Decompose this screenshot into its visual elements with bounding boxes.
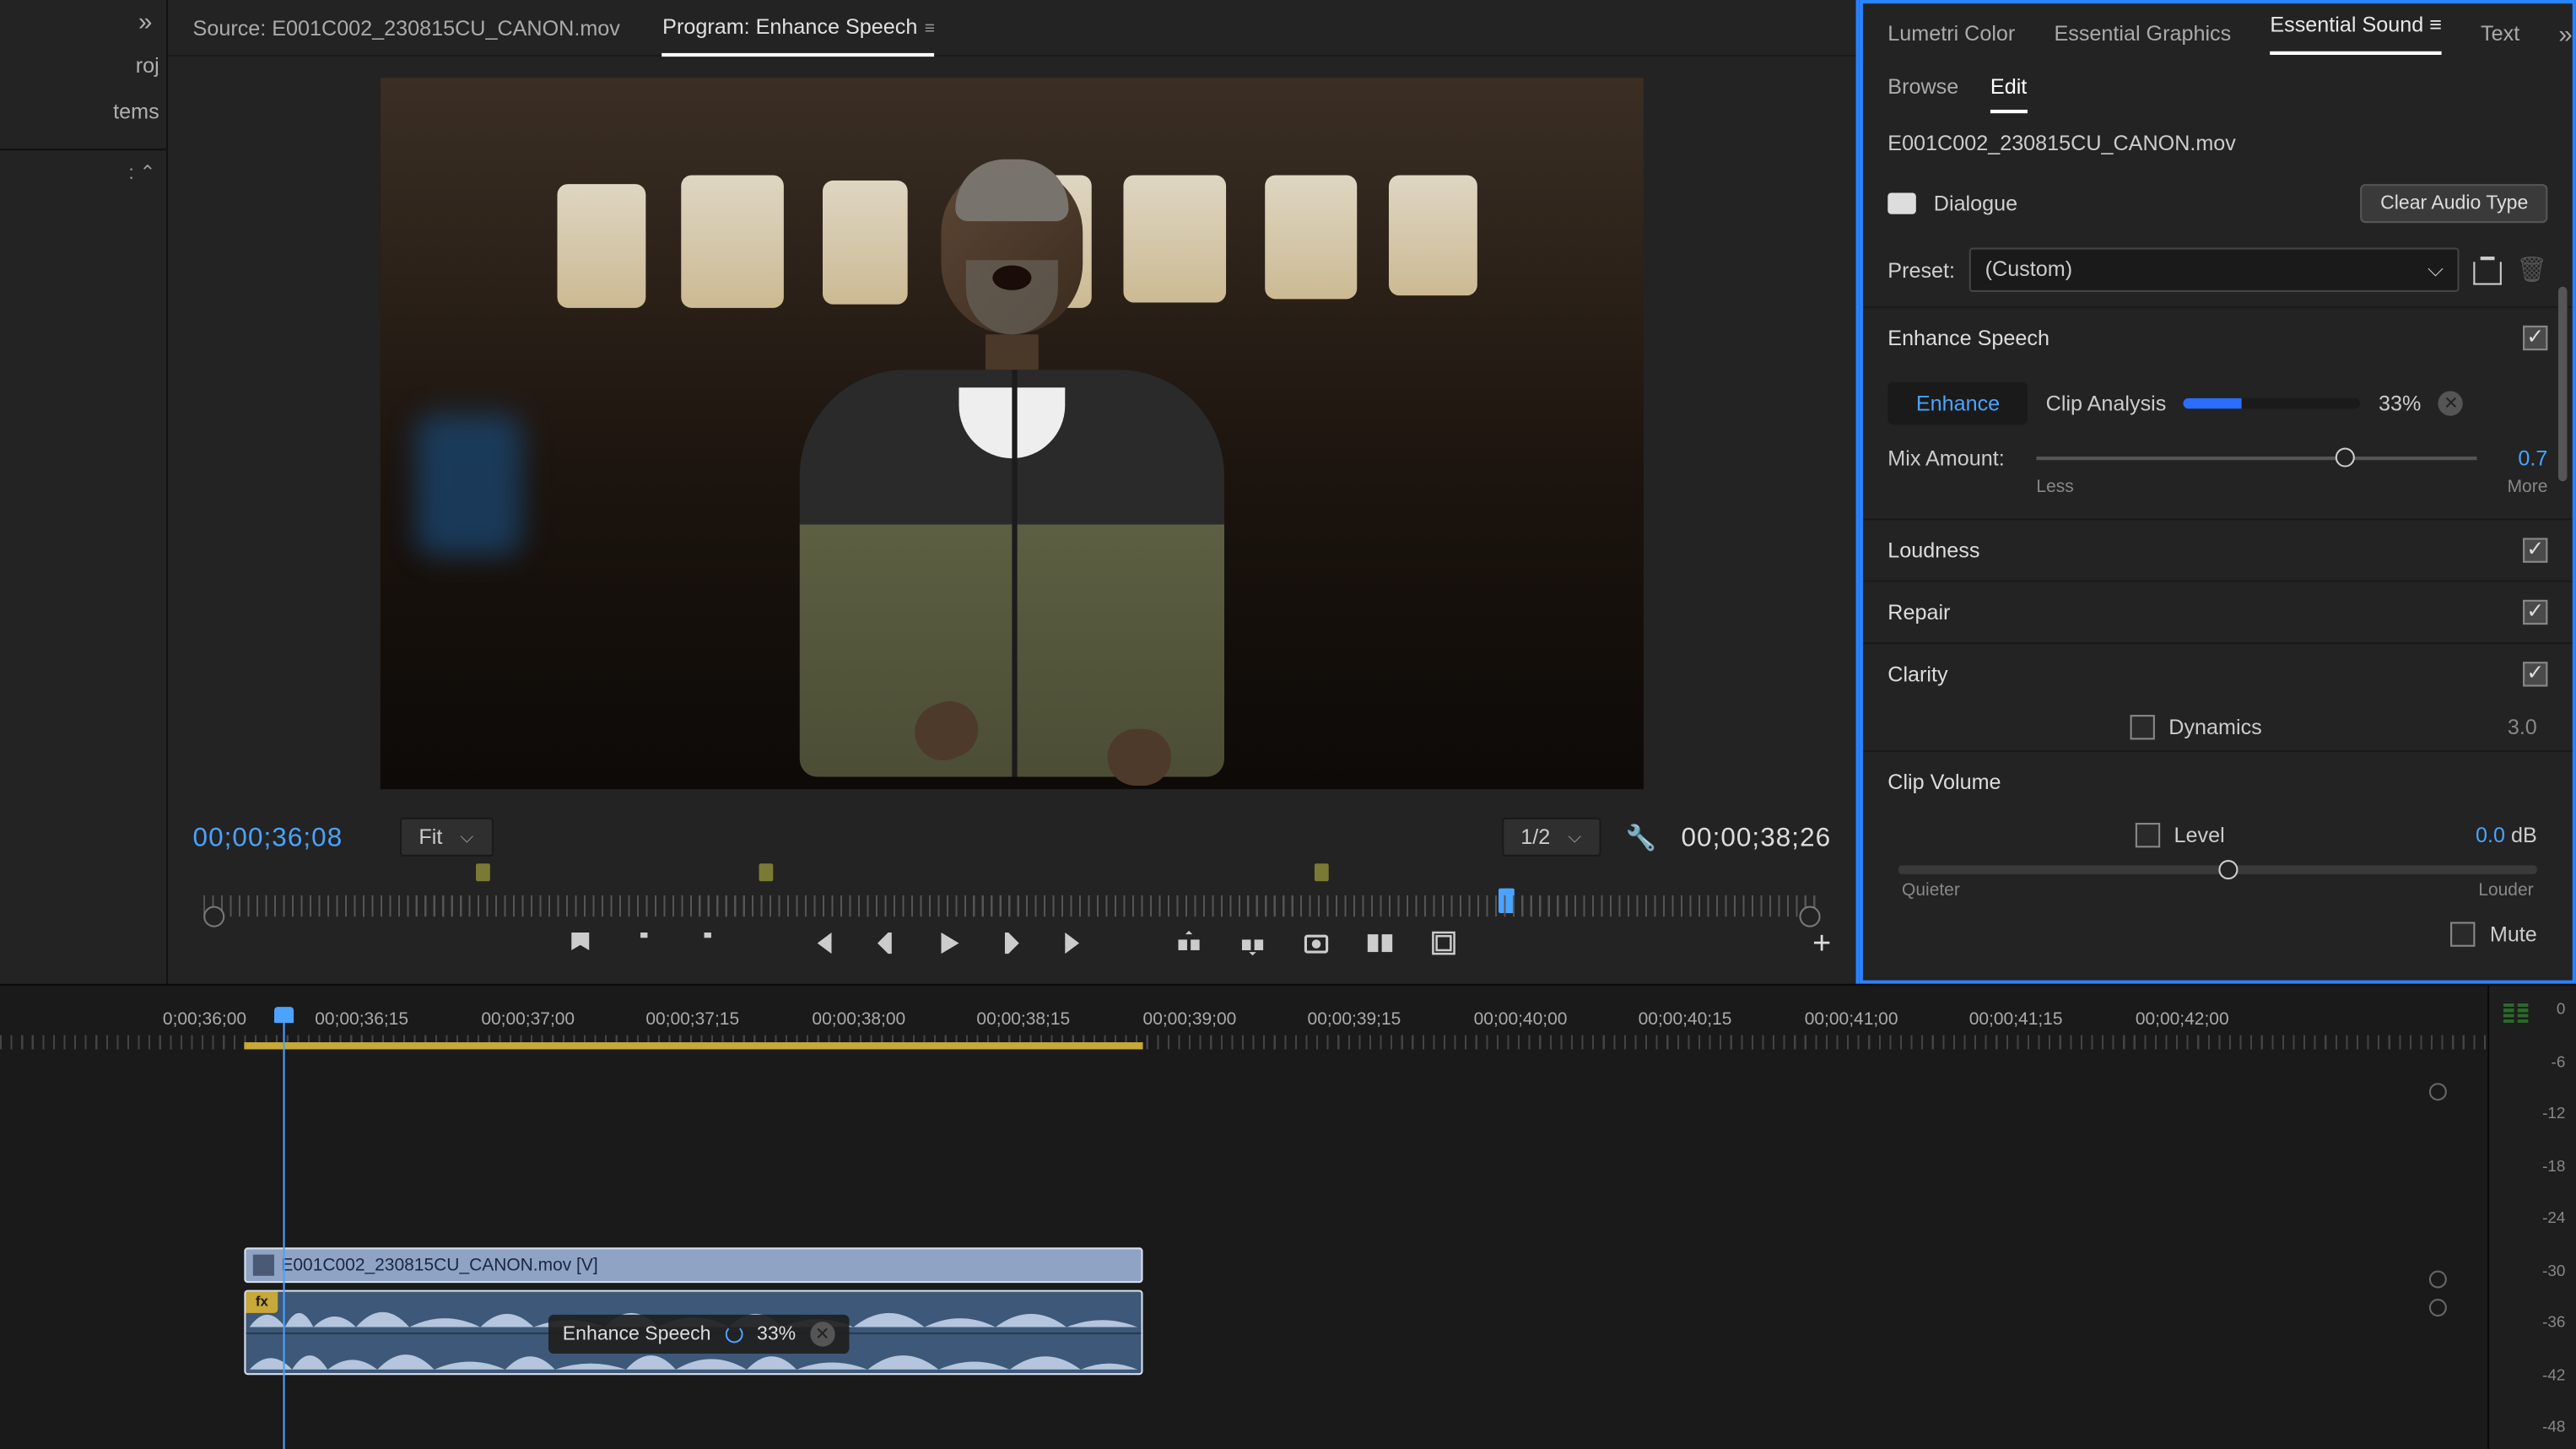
repair-checkbox[interactable] [2523, 600, 2547, 624]
go-to-out-button[interactable] [1060, 927, 1092, 960]
cancel-enhance-button[interactable]: ✕ [810, 1322, 834, 1346]
cancel-analysis-button[interactable]: ✕ [2438, 391, 2463, 415]
settings-icon[interactable]: 🔧 [1626, 822, 1657, 852]
subtab-edit[interactable]: Edit [1990, 74, 2027, 113]
timeline-zoom-knob[interactable] [2429, 1083, 2447, 1100]
tab-graphics[interactable]: Essential Graphics [2054, 21, 2231, 46]
resolution-select[interactable]: 1/2 [1501, 818, 1601, 857]
delete-preset-icon[interactable]: 🗑 [2516, 255, 2547, 285]
dialogue-icon [1887, 193, 1916, 214]
mix-amount-label: Mix Amount: [1887, 446, 2018, 470]
mix-amount-value[interactable]: 0.7 [2494, 446, 2547, 470]
zoom-select[interactable]: Fit [399, 818, 493, 857]
clip-volume-section[interactable]: Clip Volume [1863, 752, 2573, 812]
project-item[interactable]: roj [0, 42, 166, 89]
marker-icon[interactable] [1315, 863, 1329, 881]
panel-menu-icon[interactable]: ≡ [925, 19, 935, 38]
level-value[interactable]: 0.0 dB [2476, 823, 2537, 847]
program-tab[interactable]: Program: Enhance Speech≡ [662, 0, 935, 56]
expand-panel-icon[interactable]: » [2558, 19, 2572, 48]
play-button[interactable] [932, 927, 964, 960]
clarity-section[interactable]: Clarity [1863, 644, 2573, 704]
preset-select[interactable]: (Custom)⌵ [1969, 248, 2460, 292]
mix-amount-slider[interactable] [2036, 457, 2476, 460]
subtab-browse[interactable]: Browse [1887, 74, 1958, 113]
clarity-checkbox[interactable] [2523, 662, 2547, 686]
repair-section[interactable]: Repair [1863, 582, 2573, 642]
video-clip[interactable]: E001C002_230815CU_CANON.mov [V] [244, 1247, 1142, 1283]
analysis-percent: 33% [2379, 391, 2421, 415]
duration-timecode: 00;00;38;26 [1681, 822, 1831, 852]
panel-scrollbar[interactable] [2558, 287, 2569, 966]
playhead[interactable] [283, 1021, 284, 1449]
enhance-button[interactable]: Enhance [1887, 382, 2028, 424]
safe-margins-button[interactable] [1428, 927, 1460, 960]
save-preset-icon[interactable] [2474, 256, 2503, 284]
spinner-icon [725, 1326, 743, 1344]
dynamics-checkbox[interactable] [2130, 715, 2154, 739]
marker-icon[interactable] [759, 863, 774, 881]
track-height-knob[interactable] [2429, 1271, 2447, 1289]
clip-thumb-icon [253, 1255, 274, 1276]
lift-button[interactable] [1173, 927, 1205, 960]
step-forward-button[interactable] [996, 927, 1028, 960]
essential-sound-panel: Lumetri Color Essential Graphics Essenti… [1860, 0, 2576, 984]
enhance-speech-badge: Enhance Speech 33% ✕ [548, 1315, 849, 1354]
meter-bars [2503, 1002, 2528, 1023]
extract-button[interactable] [1237, 927, 1269, 960]
audio-type-label: Dialogue [1934, 191, 2017, 215]
mark-out-button[interactable] [692, 927, 724, 960]
level-checkbox[interactable] [2135, 823, 2159, 847]
add-marker-button[interactable] [564, 927, 597, 960]
comparison-view-button[interactable] [1364, 927, 1396, 960]
panel-menu-icon[interactable]: ≡ [2423, 13, 2442, 37]
program-timeline[interactable] [193, 863, 1832, 910]
source-tab[interactable]: Source: E001C002_230815CU_CANON.mov [193, 1, 620, 54]
enhance-speech-checkbox[interactable] [2523, 326, 2547, 350]
collapse-icon[interactable]: : ⌃ [0, 149, 166, 195]
tab-lumetri[interactable]: Lumetri Color [1887, 21, 2015, 46]
loudness-section[interactable]: Loudness [1863, 520, 2573, 580]
step-back-button[interactable] [869, 927, 901, 960]
work-area-bar[interactable] [244, 1042, 1142, 1049]
clear-audio-type-button[interactable]: Clear Audio Type [2361, 184, 2547, 223]
mark-in-button[interactable] [628, 927, 660, 960]
selected-clip-name: E001C002_230815CU_CANON.mov [1863, 113, 2573, 173]
go-to-in-button[interactable] [805, 927, 837, 960]
level-slider[interactable] [1898, 865, 2537, 873]
clip-analysis-label: Clip Analysis [2046, 391, 2167, 415]
project-item[interactable]: tems [0, 89, 166, 135]
dynamics-value[interactable]: 3.0 [2508, 715, 2537, 739]
tab-text[interactable]: Text [2481, 21, 2519, 46]
mute-checkbox[interactable] [2451, 922, 2476, 946]
program-monitor: Source: E001C002_230815CU_CANON.mov Prog… [168, 0, 1860, 984]
timeline-panel[interactable]: 0;00;36;00 00;00;36;15 00;00;37;00 00;00… [0, 986, 2487, 1449]
project-panel-strip: » roj tems : ⌃ 🗑 [0, 0, 168, 984]
enhance-speech-section[interactable]: Enhance Speech [1863, 308, 2573, 368]
button-editor-button[interactable]: + [1812, 925, 1831, 962]
loudness-checkbox[interactable] [2523, 538, 2547, 562]
current-timecode[interactable]: 00;00;36;08 [193, 822, 343, 852]
expand-panel-icon[interactable]: » [124, 0, 166, 42]
marker-icon[interactable] [476, 863, 490, 881]
preset-label: Preset: [1887, 257, 1955, 282]
track-height-knob[interactable] [2429, 1299, 2447, 1317]
video-viewport[interactable] [381, 78, 1644, 789]
analysis-progress [2184, 398, 2361, 409]
tab-essential-sound[interactable]: Essential Sound ≡ [2270, 13, 2442, 55]
audio-meters: 0 -6 -12 -18 -24 -30 -36 -42 -48 [2487, 986, 2576, 1449]
timeline-ruler[interactable]: 0;00;36;00 00;00;36;15 00;00;37;00 00;00… [0, 1000, 2487, 1050]
export-frame-button[interactable] [1300, 927, 1332, 960]
